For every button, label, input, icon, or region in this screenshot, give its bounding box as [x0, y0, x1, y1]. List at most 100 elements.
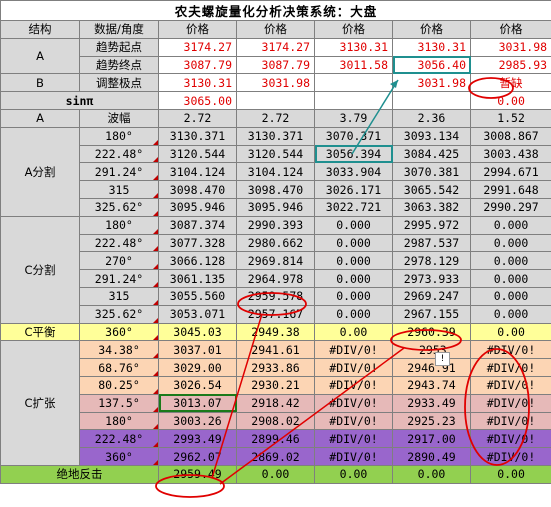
- cell[interactable]: 2.36: [392, 108, 471, 128]
- cell[interactable]: 3011.58: [314, 55, 393, 75]
- cell[interactable]: 2959.49: [158, 464, 237, 484]
- cell[interactable]: #DIV/0!: [314, 340, 393, 360]
- trend-end-label[interactable]: 趋势终点: [79, 55, 159, 75]
- cell[interactable]: 3026.54: [158, 375, 237, 395]
- cell[interactable]: 3063.382: [392, 197, 471, 217]
- header-price-1[interactable]: 价格: [158, 20, 237, 39]
- angle-cell[interactable]: 180°: [79, 215, 159, 235]
- cell[interactable]: 0.000: [314, 269, 393, 288]
- cell[interactable]: 3033.904: [314, 162, 393, 182]
- cell[interactable]: 3070.371: [314, 126, 393, 146]
- cell[interactable]: 2917.00: [392, 429, 471, 449]
- cell[interactable]: #DIV/0!: [469, 358, 551, 377]
- cell[interactable]: #DIV/0!: [469, 447, 551, 466]
- header-price-4[interactable]: 价格: [392, 20, 471, 39]
- cell[interactable]: 0.00: [469, 464, 551, 484]
- row-label-a[interactable]: A: [0, 37, 80, 75]
- cell[interactable]: 2962.07: [158, 447, 237, 466]
- cell[interactable]: 2991.648: [469, 180, 551, 199]
- cell[interactable]: 3130.31: [158, 73, 237, 93]
- cell[interactable]: 3053.071: [158, 304, 237, 324]
- cell[interactable]: 3087.79: [236, 55, 315, 75]
- cell[interactable]: 0.000: [314, 286, 393, 306]
- cell[interactable]: 2933.86: [236, 358, 315, 377]
- cell[interactable]: 2964.978: [236, 269, 315, 288]
- cell[interactable]: 2969.247: [392, 286, 471, 306]
- cell[interactable]: 2933.49: [392, 393, 471, 413]
- cell[interactable]: 2869.02: [236, 447, 315, 466]
- cell[interactable]: #DIV/0!: [314, 447, 393, 466]
- cell[interactable]: 2990.393: [236, 215, 315, 235]
- angle-cell[interactable]: 137.5°: [79, 393, 159, 413]
- cell[interactable]: 2943.74: [392, 375, 471, 395]
- amplitude-label[interactable]: 波幅: [79, 108, 159, 128]
- cell[interactable]: 3104.124: [158, 162, 237, 182]
- cell[interactable]: 3120.544: [236, 144, 315, 164]
- cell[interactable]: 3031.98: [392, 73, 471, 93]
- cell[interactable]: 2890.49: [392, 447, 471, 466]
- angle-cell[interactable]: 222.48°: [79, 144, 159, 164]
- highlighted-cell[interactable]: 3056.40: [392, 55, 471, 75]
- cell[interactable]: 2957.167: [236, 304, 315, 324]
- cell[interactable]: 0.000: [469, 251, 551, 271]
- cell[interactable]: 3045.03: [158, 322, 237, 342]
- cell[interactable]: 3098.470: [236, 180, 315, 199]
- cell[interactable]: 2980.662: [236, 233, 315, 253]
- cell[interactable]: 3130.371: [158, 126, 237, 146]
- cell[interactable]: 3031.98: [469, 37, 551, 57]
- cell[interactable]: 2953: [392, 340, 471, 360]
- c-split-label[interactable]: C分割: [0, 215, 80, 324]
- header-data-angle[interactable]: 数据/角度: [79, 20, 159, 39]
- cell[interactable]: 2978.129: [392, 251, 471, 271]
- cell[interactable]: 3070.381: [392, 162, 471, 182]
- cell[interactable]: 3095.946: [158, 197, 237, 217]
- cell[interactable]: 1.52: [469, 108, 551, 128]
- cell[interactable]: 3093.134: [392, 126, 471, 146]
- cell[interactable]: #DIV/0!: [469, 429, 551, 449]
- highlighted-cell[interactable]: 3056.394: [314, 144, 393, 164]
- angle-cell[interactable]: 315: [79, 180, 159, 199]
- cell[interactable]: 2918.42: [236, 393, 315, 413]
- cell[interactable]: #DIV/0!: [314, 393, 393, 413]
- cell[interactable]: 2995.972: [392, 215, 471, 235]
- cell[interactable]: 2990.297: [469, 197, 551, 217]
- cell[interactable]: 3174.27: [236, 37, 315, 57]
- cell[interactable]: 0.00: [236, 464, 315, 484]
- angle-cell[interactable]: 360°: [79, 322, 159, 342]
- highlighted-cell[interactable]: 3013.07: [158, 393, 237, 413]
- cell[interactable]: #DIV/0!: [314, 358, 393, 377]
- cell[interactable]: #DIV/0!: [469, 340, 551, 360]
- cell[interactable]: 2946.91: [392, 358, 471, 377]
- angle-cell[interactable]: 180°: [79, 126, 159, 146]
- header-structure[interactable]: 结构: [0, 20, 80, 39]
- angle-cell[interactable]: 291.24°: [79, 269, 159, 288]
- cell[interactable]: 3174.27: [158, 37, 237, 57]
- trend-start-label[interactable]: 趋势起点: [79, 37, 159, 57]
- header-price-3[interactable]: 价格: [314, 20, 393, 39]
- cell[interactable]: [236, 91, 315, 110]
- cell[interactable]: 2994.671: [469, 162, 551, 182]
- cell[interactable]: 2967.155: [392, 304, 471, 324]
- cell[interactable]: 2969.814: [236, 251, 315, 271]
- cell[interactable]: 2.72: [236, 108, 315, 128]
- cell[interactable]: 2973.933: [392, 269, 471, 288]
- cell[interactable]: 3003.438: [469, 144, 551, 164]
- cell[interactable]: 3066.128: [158, 251, 237, 271]
- angle-cell[interactable]: 270°: [79, 251, 159, 271]
- cell[interactable]: 2.72: [158, 108, 237, 128]
- angle-cell[interactable]: 34.38°: [79, 340, 159, 360]
- counterattack-label[interactable]: 绝地反击: [0, 464, 159, 484]
- angle-cell[interactable]: 325.62°: [79, 197, 159, 217]
- cell[interactable]: 3037.01: [158, 340, 237, 360]
- angle-cell[interactable]: 325.62°: [79, 304, 159, 324]
- amp-row-label[interactable]: A: [0, 108, 80, 128]
- cell[interactable]: 2899.46: [236, 429, 315, 449]
- cell[interactable]: 0.000: [469, 304, 551, 324]
- c-expand-label[interactable]: C扩张: [0, 340, 80, 466]
- cell[interactable]: #DIV/0!: [314, 411, 393, 431]
- cell[interactable]: 2930.21: [236, 375, 315, 395]
- cell[interactable]: 3055.560: [158, 286, 237, 306]
- angle-cell[interactable]: 222.48°: [79, 429, 159, 449]
- missing-cell[interactable]: 暂缺: [469, 73, 551, 93]
- cell[interactable]: #DIV/0!: [469, 411, 551, 431]
